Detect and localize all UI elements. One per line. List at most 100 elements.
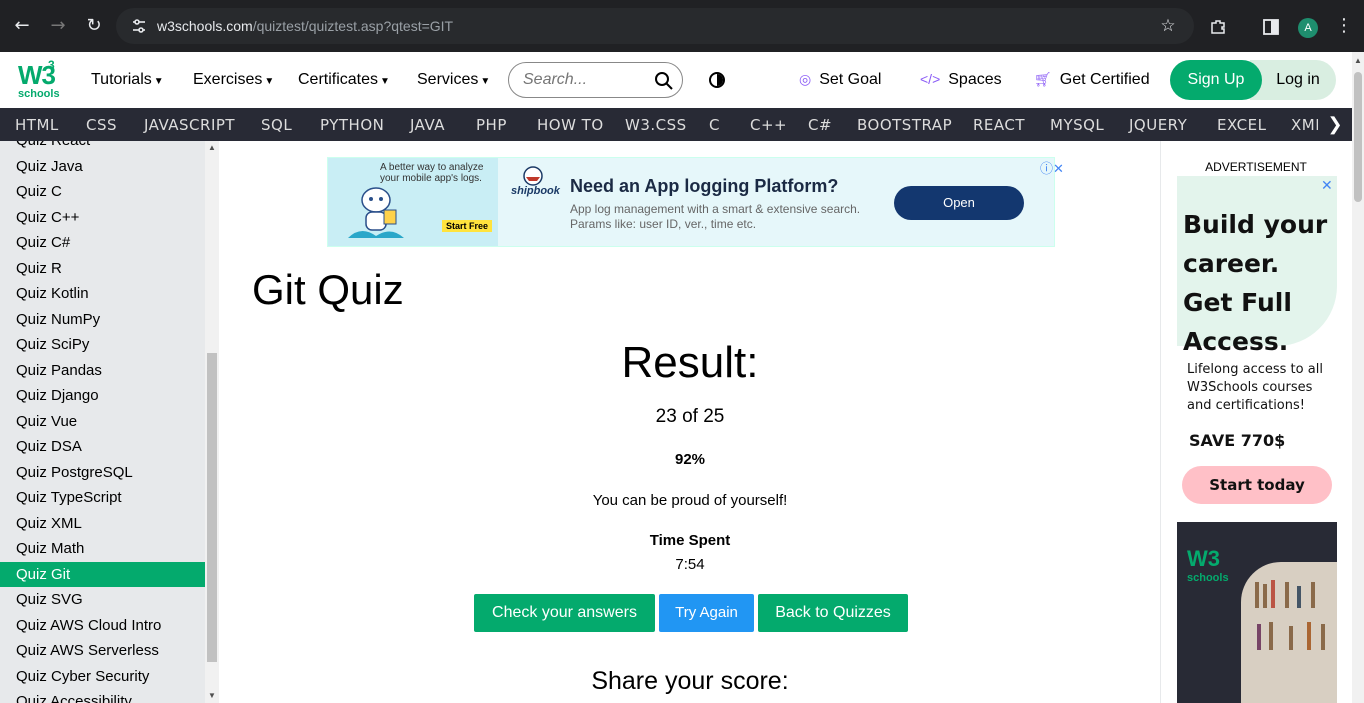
subnav-item[interactable]: C++: [750, 116, 787, 134]
url-host: w3schools.com: [157, 18, 253, 34]
subnav-item[interactable]: REACT: [973, 116, 1025, 134]
url-text: w3schools.com/quiztest/quiztest.asp?qtes…: [157, 18, 453, 34]
sidebar-item-quiz-xml[interactable]: Quiz XML: [0, 511, 205, 537]
extensions-icon[interactable]: [1209, 18, 1227, 36]
menu-tutorials[interactable]: Tutorials ▼: [91, 71, 164, 89]
sidebar-item-quiz-git[interactable]: Quiz Git: [0, 561, 205, 587]
shipbook-logo-icon: [523, 166, 543, 186]
start-today-button[interactable]: Start today: [1182, 466, 1332, 504]
subnav-item[interactable]: HTML: [15, 116, 59, 134]
search-icon[interactable]: [654, 71, 674, 91]
sidebar-scrollbar[interactable]: ▲ ▼: [205, 141, 219, 703]
sidebar-item-quiz-postgresql[interactable]: Quiz PostgreSQL: [0, 460, 205, 486]
sidebar-item-quiz-dsa[interactable]: Quiz DSA: [0, 434, 205, 460]
sidebar-item-quiz-csharp[interactable]: Quiz C#: [0, 230, 205, 256]
login-button[interactable]: Log in: [1250, 60, 1336, 100]
menu-label: Tutorials: [91, 71, 152, 88]
sidebar-item-quiz-c[interactable]: Quiz C: [0, 179, 205, 205]
sidebar-scroll-thumb[interactable]: [207, 353, 217, 662]
subnav-item[interactable]: PYTHON: [320, 116, 384, 134]
subnav-item[interactable]: PHP: [476, 116, 507, 134]
site-settings-icon[interactable]: [130, 17, 148, 35]
result-message: You can be proud of yourself!: [592, 492, 788, 509]
sidebar-item-quiz-cpp[interactable]: Quiz C++: [0, 205, 205, 231]
sidebar-item-quiz-scipy[interactable]: Quiz SciPy: [0, 332, 205, 358]
more-menu-icon[interactable]: ⋮: [1332, 14, 1356, 38]
side-panel-icon[interactable]: [1263, 19, 1279, 35]
subnav-item[interactable]: CSS: [86, 116, 117, 134]
subnav-item[interactable]: C: [709, 116, 720, 134]
w3schools-logo[interactable]: W3 3 schools: [16, 58, 60, 102]
menu-certificates[interactable]: Certificates ▼: [298, 71, 390, 89]
set-goal-link[interactable]: ◎ Set Goal: [799, 71, 881, 89]
sidebar-list: Quiz React Quiz Java Quiz C Quiz C++ Qui…: [0, 141, 205, 703]
sidebar-item-quiz-pandas[interactable]: Quiz Pandas: [0, 358, 205, 384]
scroll-up-arrow-icon[interactable]: ▲: [1354, 56, 1362, 65]
subnav-item[interactable]: BOOTSTRAP: [857, 116, 952, 134]
menu-label: Services: [417, 71, 479, 88]
sidebar-item-quiz-django[interactable]: Quiz Django: [0, 383, 205, 409]
ad-start-free-badge[interactable]: Start Free: [442, 220, 493, 232]
sidebar-item-quiz-aws-cloud-intro[interactable]: Quiz AWS Cloud Intro: [0, 613, 205, 639]
profile-avatar[interactable]: A: [1298, 18, 1318, 38]
logo-schools: schools: [18, 88, 60, 100]
result-heading: Result:: [621, 338, 759, 387]
forward-arrow-icon[interactable]: →: [46, 14, 70, 38]
subnav-item[interactable]: SQL: [261, 116, 292, 134]
address-bar[interactable]: w3schools.com/quiztest/quiztest.asp?qtes…: [116, 8, 1194, 44]
scroll-right-chevron-icon[interactable]: ❯: [1318, 108, 1352, 141]
sidebar-item-quiz-numpy[interactable]: Quiz NumPy: [0, 307, 205, 333]
subnav-item[interactable]: C#: [808, 116, 832, 134]
back-to-quizzes-button[interactable]: Back to Quizzes: [758, 594, 908, 632]
reload-icon[interactable]: ↻: [82, 14, 106, 38]
right-column-divider: [1160, 141, 1161, 703]
subnav-item[interactable]: HOW TO: [537, 116, 604, 134]
subnav-item[interactable]: W3.CSS: [625, 116, 687, 134]
ad-close-icon[interactable]: ✕: [1321, 177, 1333, 194]
try-again-button[interactable]: Try Again: [659, 594, 754, 632]
ad-choices-close-icon[interactable]: ⓘ✕: [1040, 158, 1064, 177]
spaces-link[interactable]: </> Spaces: [920, 71, 1002, 89]
sidebar-item-quiz-cyber-security[interactable]: Quiz Cyber Security: [0, 664, 205, 690]
ad-headline: Need an App logging Platform?: [570, 176, 839, 196]
sidebar-ad-image[interactable]: W3 schools: [1177, 522, 1337, 703]
subnav-item[interactable]: JQUERY: [1129, 116, 1187, 134]
sidebar-item-quiz-vue[interactable]: Quiz Vue: [0, 409, 205, 435]
sidebar-item-quiz-math[interactable]: Quiz Math: [0, 536, 205, 562]
sidebar-item-quiz-svg[interactable]: Quiz SVG: [0, 587, 205, 613]
sidebar-item-quiz-typescript[interactable]: Quiz TypeScript: [0, 485, 205, 511]
ad-open-button[interactable]: Open: [894, 186, 1024, 220]
sidebar-item-quiz-aws-serverless[interactable]: Quiz AWS Serverless: [0, 638, 205, 664]
sidebar-item-quiz-java[interactable]: Quiz Java: [0, 154, 205, 180]
sidebar-item-quiz-accessibility[interactable]: Quiz Accessibility: [0, 689, 205, 703]
ad-banner[interactable]: A better way to analyze your mobile app'…: [327, 157, 1055, 247]
target-icon: ◎: [799, 71, 812, 87]
menu-exercises[interactable]: Exercises ▼: [193, 71, 274, 89]
page-scroll-thumb[interactable]: [1354, 72, 1362, 202]
sidebar-item-quiz-react[interactable]: Quiz React: [0, 141, 205, 154]
signup-button[interactable]: Sign Up: [1170, 60, 1262, 100]
subnav-item[interactable]: MYSQL: [1050, 116, 1104, 134]
score-percent: 92%: [674, 451, 706, 468]
time-spent-label: Time Spent: [649, 532, 731, 549]
scroll-up-arrow-icon[interactable]: ▲: [208, 143, 216, 152]
subnav-item[interactable]: EXCEL: [1217, 116, 1266, 134]
tutorial-nav-bar: HTML CSS JAVASCRIPT SQL PYTHON JAVA PHP …: [0, 108, 1352, 141]
search-input[interactable]: [523, 71, 643, 89]
ad-illustration: A better way to analyze your mobile app'…: [328, 158, 498, 246]
bookmark-star-icon[interactable]: ☆: [1156, 14, 1180, 38]
sidebar-item-quiz-r[interactable]: Quiz R: [0, 256, 205, 282]
ad-description: App log management with a smart & extens…: [570, 202, 861, 231]
get-certified-link[interactable]: 🛒︎ Get Certified: [1034, 71, 1150, 89]
menu-services[interactable]: Services ▼: [417, 71, 490, 89]
caret-down-icon: ▼: [480, 76, 491, 87]
back-arrow-icon[interactable]: ←: [10, 14, 34, 38]
bookshelf-photo: [1241, 562, 1337, 703]
page-scrollbar[interactable]: ▲: [1352, 52, 1364, 703]
sidebar-item-quiz-kotlin[interactable]: Quiz Kotlin: [0, 281, 205, 307]
check-answers-button[interactable]: Check your answers: [474, 594, 655, 632]
subnav-item[interactable]: JAVASCRIPT: [144, 116, 235, 134]
scroll-down-arrow-icon[interactable]: ▼: [208, 691, 216, 700]
subnav-item[interactable]: JAVA: [410, 116, 445, 134]
dark-mode-toggle-icon[interactable]: [709, 72, 725, 88]
